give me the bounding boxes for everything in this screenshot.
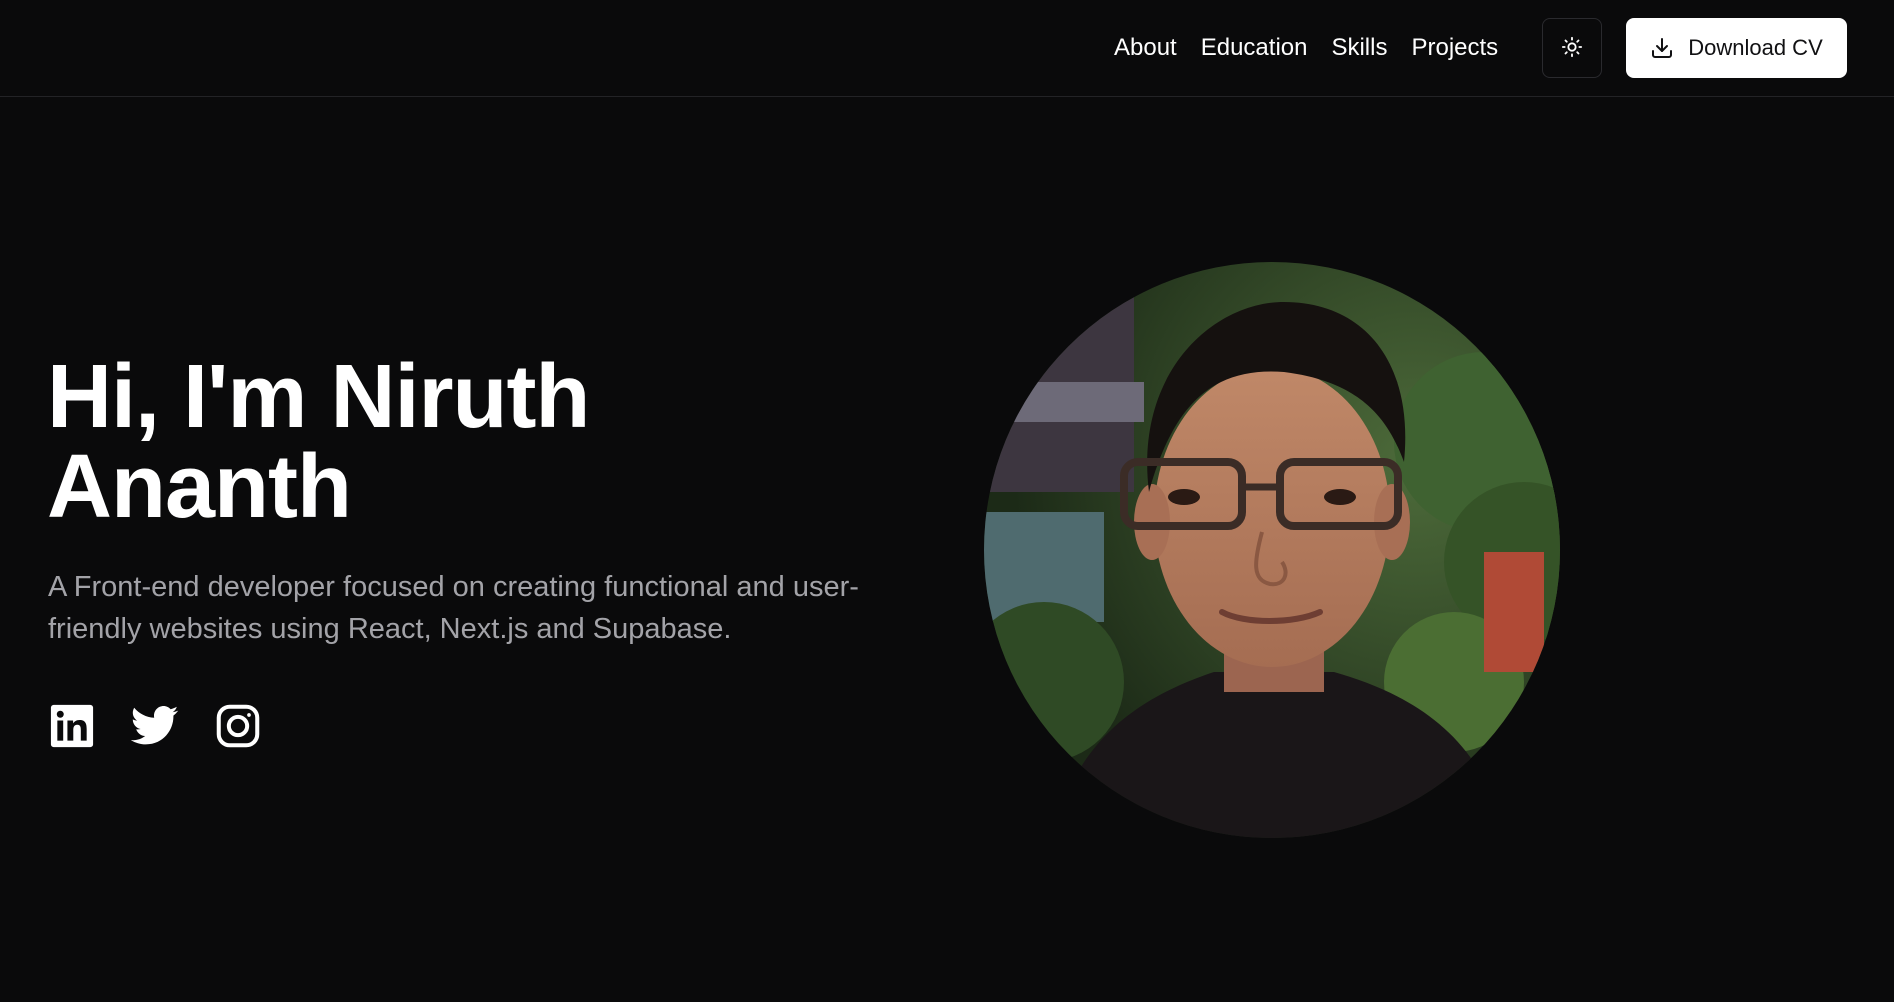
hero-title: Hi, I'm Niruth Ananth [47,352,847,532]
sun-icon [1561,36,1583,61]
nav-link-about[interactable]: About [1114,34,1177,62]
nav-link-education[interactable]: Education [1201,34,1308,62]
main-nav: About Education Skills Projects [1114,0,1498,96]
linkedin-icon [50,704,94,748]
hero-description: A Front-end developer focused on creatin… [48,571,859,645]
nav-link-projects[interactable]: Projects [1411,34,1498,62]
nav-link-skills[interactable]: Skills [1331,34,1387,62]
hero-title-line2: Ananth [47,437,352,537]
download-cv-button[interactable]: Download CV [1626,18,1847,78]
linkedin-link[interactable] [48,702,96,750]
theme-toggle-button[interactable] [1542,18,1602,78]
twitter-link[interactable] [131,702,179,750]
download-icon [1650,36,1674,60]
instagram-link[interactable] [214,702,262,750]
social-links [48,702,297,750]
hero-title-line1: Hi, I'm Niruth [47,347,590,447]
profile-photo [984,262,1560,838]
site-header: About Education Skills Projects Download… [0,0,1894,97]
instagram-icon [216,704,260,748]
download-cv-label: Download CV [1688,35,1823,60]
twitter-icon [131,705,179,747]
